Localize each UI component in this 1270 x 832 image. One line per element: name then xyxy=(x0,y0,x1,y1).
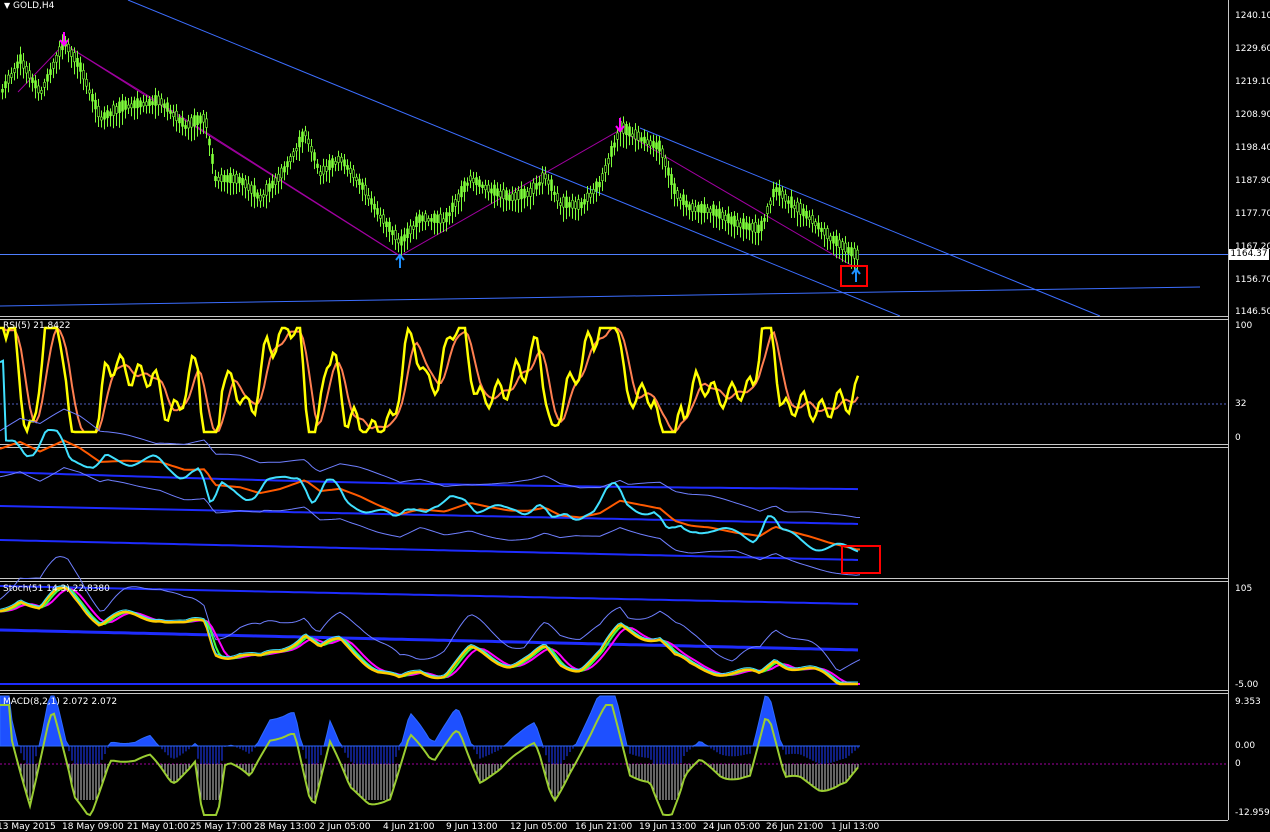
time-tick: 19 Jun 13:00 xyxy=(639,822,697,832)
stoch-signal-line xyxy=(0,588,860,685)
time-tick: 21 May 01:00 xyxy=(127,822,189,832)
rsi-level: 100 xyxy=(1235,321,1253,331)
macd-level: 0.00 xyxy=(1235,741,1256,751)
price-panel xyxy=(0,0,1228,317)
stoch-band-mid xyxy=(0,628,859,652)
rsi-title: RSI(5) 21.8422 xyxy=(3,321,71,331)
time-tick: 2 Jun 05:00 xyxy=(319,822,371,832)
arrow-down-icon xyxy=(59,32,625,133)
price-tick: 1219.10 xyxy=(1235,77,1270,87)
stoch-main-line xyxy=(0,586,858,685)
time-tick: 1 Jul 13:00 xyxy=(831,822,880,832)
time-tick: 18 May 09:00 xyxy=(62,822,124,832)
time-tick: 28 May 13:00 xyxy=(254,822,316,832)
price-tick: 1240.10 xyxy=(1235,11,1270,21)
macd-signal-line xyxy=(0,704,859,817)
rsi-level: 0 xyxy=(1235,433,1241,443)
band-lower xyxy=(0,539,859,561)
stoch-level: -5.00 xyxy=(1235,680,1259,690)
price-tick: 1229.60 xyxy=(1235,44,1270,54)
band-upper xyxy=(0,471,859,491)
price-tick: 1198.40 xyxy=(1235,143,1270,153)
time-tick: 9 Jun 13:00 xyxy=(446,822,498,832)
price-tick: 1187.90 xyxy=(1235,176,1270,186)
time-tick: 12 Jun 05:00 xyxy=(510,822,568,832)
price-tick: 1208.90 xyxy=(1235,110,1270,120)
trendlines[interactable] xyxy=(0,0,1201,317)
stoch-band-upper xyxy=(0,585,859,605)
time-tick: 25 May 17:00 xyxy=(190,822,252,832)
macd-title: MACD(8,2,1) 2.072 2.072 xyxy=(3,697,118,707)
band-thin-upper xyxy=(0,408,861,518)
rsi-level: 32 xyxy=(1235,399,1247,409)
symbol-text: GOLD,H4 xyxy=(13,1,55,11)
symbol-label[interactable]: ▼ GOLD,H4 xyxy=(4,1,54,11)
macd-histogram-light xyxy=(20,764,859,800)
time-tick: 4 Jun 21:00 xyxy=(383,822,435,832)
chart-canvas[interactable] xyxy=(0,0,1270,832)
price-tick: 1177.70 xyxy=(1235,209,1270,219)
stoch-fast-line xyxy=(0,586,858,686)
price-tick: 1146.50 xyxy=(1235,307,1270,317)
rsi-panel xyxy=(0,325,1228,435)
band-ma-line xyxy=(0,439,861,551)
stoch-panel xyxy=(0,555,861,686)
stoch-level: 105 xyxy=(1235,584,1253,594)
macd-level: 0 xyxy=(1235,759,1241,769)
macd-area xyxy=(0,695,860,747)
time-tick: 26 Jun 21:00 xyxy=(766,822,824,832)
macd-level: 9.353 xyxy=(1235,697,1261,707)
time-tick: 24 Jun 05:00 xyxy=(703,822,761,832)
rsi-line xyxy=(0,325,860,435)
macd-panel xyxy=(0,695,1228,817)
triangle-down-icon[interactable]: ▼ xyxy=(4,1,10,10)
band-mid xyxy=(0,505,859,525)
arrow-up-icon xyxy=(395,253,861,282)
time-tick: 13 May 2015 xyxy=(0,822,56,832)
price-candles xyxy=(1,34,859,272)
bands-panel xyxy=(0,359,881,576)
current-price-label: 1164.37 xyxy=(1229,249,1269,260)
macd-level: -12.959 xyxy=(1235,808,1270,818)
stoch-title: Stoch(51 14.3) 22.8380 xyxy=(3,584,110,594)
time-tick: 16 Jun 21:00 xyxy=(575,822,633,832)
price-tick: 1156.70 xyxy=(1235,275,1270,285)
